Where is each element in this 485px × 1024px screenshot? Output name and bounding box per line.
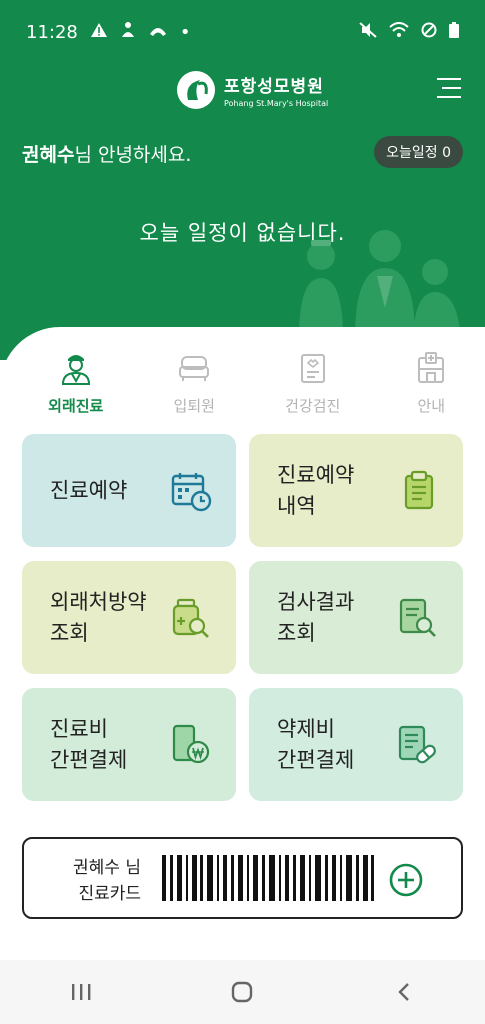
medical-card[interactable]: 권혜수 님 진료카드: [22, 837, 463, 919]
tab-label: 외래진료: [48, 397, 104, 415]
medical-staff-illustration: [299, 230, 461, 338]
today-schedule-badge[interactable]: 오늘일정 0: [374, 136, 463, 168]
tile-label-line1: 진료비: [50, 716, 108, 741]
tile-medical-fee-payment[interactable]: 진료비간편결제: [22, 688, 236, 801]
doctor-icon: [22, 351, 130, 385]
tile-label-line1: 진료예약: [277, 462, 355, 487]
tile-label-line1: 외래처방약: [50, 589, 147, 614]
battery-icon: [449, 21, 459, 43]
hospital-icon: [378, 351, 485, 385]
tile-appointment[interactable]: 진료예약: [22, 434, 236, 547]
tab-label: 입퇴원: [173, 397, 215, 415]
medicine-search-icon: [172, 598, 209, 638]
calendar-clock-icon: [171, 472, 212, 511]
tab-health-checkup[interactable]: 건강검진: [259, 351, 367, 416]
logo-korean-text: 포항성모병원: [224, 77, 324, 97]
home-icon[interactable]: [212, 972, 272, 1012]
logo-english-text: Pohang St.Mary's Hospital: [224, 99, 329, 108]
card-label: 진료카드: [78, 884, 141, 904]
hospital-logo: 포항성모병원 Pohang St.Mary's Hospital: [176, 70, 328, 110]
recent-apps-icon[interactable]: [51, 972, 111, 1012]
tile-pharmacy-fee-payment[interactable]: 약제비간편결제: [249, 688, 463, 801]
tab-label: 안내: [417, 397, 446, 415]
tab-label: 건강검진: [285, 397, 341, 415]
tile-label-line2: 간편결제: [50, 747, 128, 772]
barcode: [162, 855, 374, 901]
tile-prescription[interactable]: 외래처방약조회: [22, 561, 236, 674]
logo-icon: [177, 71, 215, 109]
greeting: 권혜수님 안녕하세요.: [22, 140, 191, 167]
bed-icon: [141, 351, 249, 385]
tile-label: 진료예약: [50, 475, 127, 506]
main-content: 외래진료 입퇴원 건강검진 안내 진료예약 진료예약 내역 외래처방약 조회 검…: [0, 327, 485, 967]
add-circle-icon[interactable]: [389, 863, 423, 897]
mute-icon: [359, 21, 377, 43]
tile-label: 약제비간편결제: [277, 714, 354, 776]
header: 11:28 • 포항성모병원 Pohang St.Mary's Hospital…: [0, 0, 485, 360]
document-search-icon: [399, 598, 436, 637]
clipboard-icon: [259, 351, 367, 385]
cloud-icon: [148, 22, 168, 43]
tile-test-results[interactable]: 검사결과조회: [249, 561, 463, 674]
tab-outpatient[interactable]: 외래진료: [22, 351, 130, 416]
hamburger-menu-icon[interactable]: [437, 78, 461, 100]
notification-icon: [120, 21, 136, 44]
greeting-text: 님 안녕하세요.: [74, 144, 192, 166]
back-icon[interactable]: [374, 972, 434, 1012]
tile-label-line1: 약제비: [277, 716, 335, 741]
tile-label-line1: 검사결과: [277, 589, 355, 614]
block-icon: [421, 22, 437, 43]
tile-label-line2: 조회: [277, 620, 316, 645]
tile-label: 외래처방약조회: [50, 587, 147, 649]
tile-appointment-history[interactable]: 진료예약내역: [249, 434, 463, 547]
pill-document-icon: [398, 725, 436, 763]
clipboard-list-icon: [404, 470, 434, 509]
system-nav-bar: [0, 960, 485, 1024]
status-time: 11:28: [26, 21, 78, 43]
tab-guide[interactable]: 안내: [378, 351, 485, 416]
tile-label-line2: 조회: [50, 620, 89, 645]
user-name: 권혜수: [22, 144, 75, 166]
status-bar: 11:28 •: [26, 18, 459, 46]
card-text: 권혜수 님 진료카드: [73, 855, 141, 907]
tile-label-line2: 내역: [277, 493, 316, 518]
tile-label: 진료예약내역: [277, 460, 354, 522]
wifi-icon: [389, 21, 409, 43]
tile-label: 진료비간편결제: [50, 714, 127, 776]
tile-label: 검사결과조회: [277, 587, 354, 649]
category-tabs: 외래진료 입퇴원 건강검진 안내: [0, 351, 485, 416]
status-dot: •: [179, 21, 191, 43]
warning-icon: [90, 22, 108, 43]
card-user-name: 권혜수 님: [73, 858, 141, 878]
tile-label-line2: 간편결제: [277, 747, 355, 772]
tile-label-line1: 진료예약: [50, 478, 128, 502]
phone-payment-icon: [172, 724, 210, 763]
tab-admission[interactable]: 입퇴원: [141, 351, 249, 416]
